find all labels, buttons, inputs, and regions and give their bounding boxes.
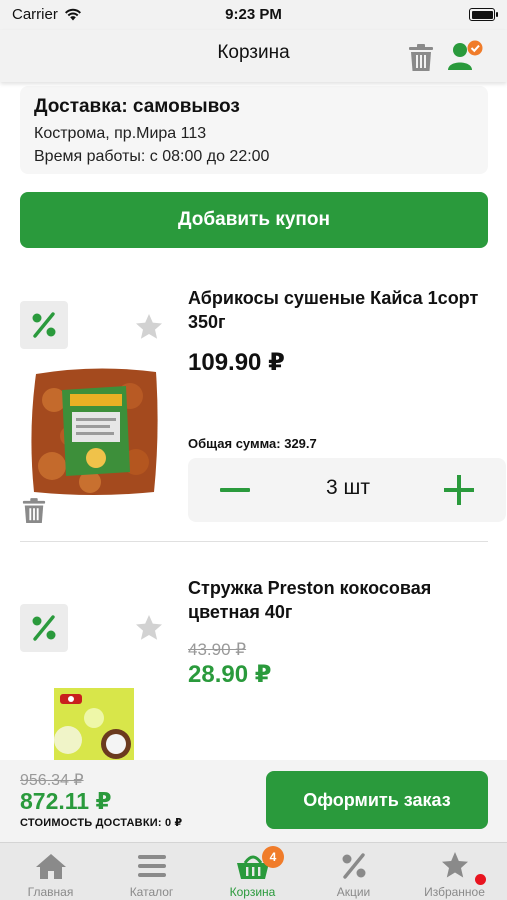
favorite-star-icon[interactable] xyxy=(134,613,164,643)
home-icon xyxy=(36,854,66,879)
divider xyxy=(20,541,488,542)
tab-label: Акции xyxy=(336,885,371,899)
product-image-coconut-flakes[interactable] xyxy=(54,688,134,760)
tab-promotions[interactable]: Акции xyxy=(303,843,404,900)
favorite-star-icon[interactable] xyxy=(134,312,164,342)
increase-quantity-button[interactable] xyxy=(444,475,474,505)
decrease-quantity-button[interactable] xyxy=(220,488,250,492)
tab-label: Избранное xyxy=(424,885,485,899)
promo-badge xyxy=(20,301,68,349)
cart-item: Абрикосы сушеные Кайса 1сорт 350г 109.90… xyxy=(0,260,507,540)
checkout-button[interactable]: Оформить заказ xyxy=(266,771,488,829)
tab-label: Каталог xyxy=(129,885,174,899)
clear-cart-trash-icon[interactable] xyxy=(408,44,434,72)
order-summary: 956.34 ₽ 872.11 ₽ СТОИМОСТЬ ДОСТАВКИ: 0 … xyxy=(0,760,507,842)
cart-item: Стружка Preston кокосовая цветная 40г 43… xyxy=(0,560,507,760)
delivery-card[interactable]: Доставка: самовывоз Кострома, пр.Мира 11… xyxy=(20,86,488,174)
profile-check-icon[interactable] xyxy=(446,40,484,74)
tab-catalog[interactable]: Каталог xyxy=(101,843,202,900)
tab-home[interactable]: Главная xyxy=(0,843,101,900)
delivery-heading: Доставка: самовывоз xyxy=(34,96,240,117)
item-name[interactable]: Стружка Preston кокосовая цветная 40г xyxy=(188,576,488,624)
promo-badge xyxy=(20,604,68,652)
nav-bar: Корзина xyxy=(0,30,507,82)
add-coupon-button[interactable]: Добавить купон xyxy=(20,192,488,248)
tab-label: Корзина xyxy=(229,885,276,899)
old-total: 956.34 ₽ xyxy=(20,772,84,789)
clock: 9:23 PM xyxy=(225,6,282,23)
quantity-stepper: 3 шт xyxy=(188,458,506,522)
tab-label: Главная xyxy=(27,885,74,899)
item-price: 109.90 ₽ xyxy=(188,349,285,376)
delivery-hours: Время работы: с 08:00 до 22:00 xyxy=(34,148,270,165)
delivery-address: Кострома, пр.Мира 113 xyxy=(34,125,207,142)
item-old-price: 43.90 ₽ xyxy=(188,640,247,659)
remove-item-trash-icon[interactable] xyxy=(22,498,46,524)
quantity-value: 3 шт xyxy=(326,476,370,499)
item-name[interactable]: Абрикосы сушеные Кайса 1сорт 350г xyxy=(188,286,488,334)
item-price: 28.90 ₽ xyxy=(188,661,272,688)
percent-icon xyxy=(342,853,366,879)
percent-icon xyxy=(32,615,56,641)
product-image-dried-apricots[interactable] xyxy=(30,366,160,498)
menu-icon xyxy=(138,855,166,877)
percent-icon xyxy=(32,312,56,338)
status-bar: Carrier 9:23 PM xyxy=(0,0,507,30)
delivery-cost: СТОИМОСТЬ ДОСТАВКИ: 0 ₽ xyxy=(20,817,183,829)
tab-bar: Главная Каталог 4 Корзина Акции Избранно… xyxy=(0,842,507,900)
tab-cart[interactable]: 4 Корзина xyxy=(202,843,303,900)
battery-icon xyxy=(469,8,498,21)
total-price: 872.11 ₽ xyxy=(20,788,112,814)
star-icon xyxy=(442,852,468,878)
tab-favorites[interactable]: Избранное xyxy=(404,843,505,900)
notification-dot xyxy=(475,874,486,885)
cart-count-badge: 4 xyxy=(262,846,284,868)
item-total: Общая сумма: 329.7 xyxy=(188,436,317,451)
